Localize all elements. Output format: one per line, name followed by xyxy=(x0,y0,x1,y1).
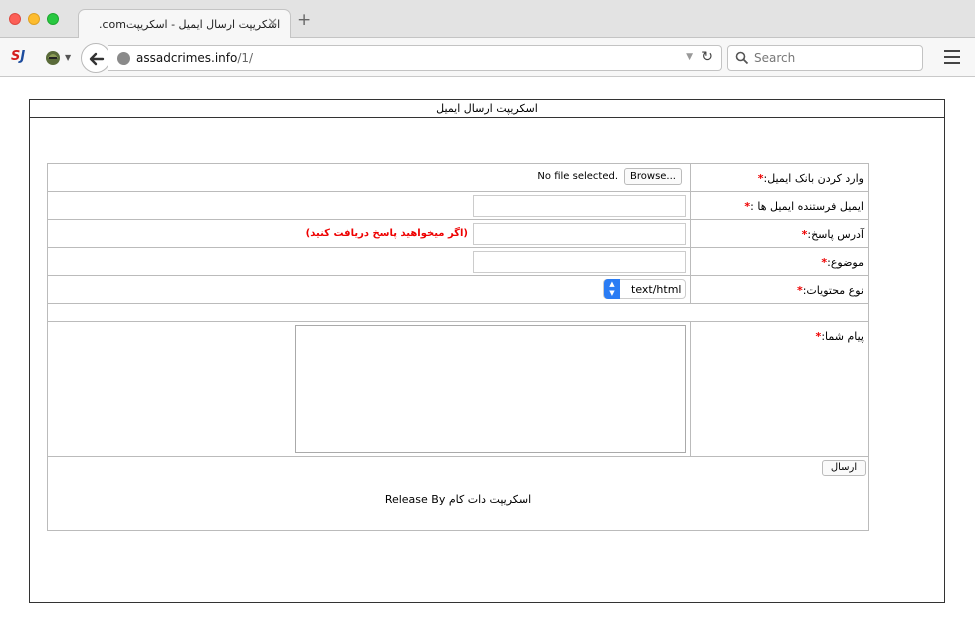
email-bank-label: وارد کردن بانک ایمیل:* xyxy=(690,164,868,191)
tab-title: .comاسکریپت ارسال ایمیل - اسکریپت xyxy=(99,18,281,31)
sender-email-input[interactable] xyxy=(473,195,686,217)
url-history-dropdown-icon[interactable]: ▼ xyxy=(686,52,693,62)
reply-hint-text: (اگر میخواهید پاسخ دریافت کنید) xyxy=(305,228,468,239)
extension-sj-icon[interactable]: SJ xyxy=(11,49,25,64)
select-arrows-icon: ▲ ▼ xyxy=(604,279,620,299)
search-bar[interactable]: Search xyxy=(727,45,923,71)
address-bar[interactable]: assadcrimes.info/1/ ▼ ↻ xyxy=(108,45,722,71)
row-sender-email: ایمیل فرستنده ایمیل ها :* xyxy=(48,192,868,220)
reload-icon[interactable]: ↻ xyxy=(701,49,713,65)
content-type-label: نوع محتویات:* xyxy=(690,276,868,303)
browse-button[interactable]: Browse... xyxy=(624,168,682,185)
row-submit: ارسال اسکریپت دات کام Release By xyxy=(48,457,868,530)
back-button[interactable] xyxy=(81,43,111,73)
message-label: پیام شما:* xyxy=(690,322,868,456)
new-tab-button[interactable]: + xyxy=(297,12,311,29)
search-placeholder: Search xyxy=(754,51,796,65)
page-title: اسکریپت ارسال ایمیل xyxy=(30,100,944,118)
chevron-down-icon[interactable]: ▼ xyxy=(65,53,71,62)
back-arrow-icon xyxy=(89,52,105,66)
navigation-bar: SJ ▼ assadcrimes.info/1/ ▼ ↻ Search xyxy=(0,38,975,77)
tab-bar: .comاسکریپت ارسال ایمیل - اسکریپت ✕ + xyxy=(0,0,975,39)
globe-icon xyxy=(117,52,130,65)
search-icon xyxy=(735,51,749,65)
tab-close-icon[interactable]: ✕ xyxy=(267,16,278,31)
subject-label: موضوع:* xyxy=(690,248,868,275)
subject-input[interactable] xyxy=(473,251,686,273)
hamburger-menu-icon[interactable] xyxy=(944,50,960,64)
row-content-type: نوع محتویات:* ▲ ▼ text/html xyxy=(48,276,868,304)
content-type-select[interactable]: ▲ ▼ text/html xyxy=(603,279,686,299)
content-type-selected: text/html xyxy=(631,283,682,296)
file-status-text: No file selected. xyxy=(537,171,618,182)
url-text[interactable]: assadcrimes.info/1/ xyxy=(136,51,253,65)
zoom-window-button[interactable] xyxy=(47,13,59,25)
row-subject: موضوع:* xyxy=(48,248,868,276)
row-email-bank: وارد کردن بانک ایمیل:* Browse... No file… xyxy=(48,164,868,192)
email-form: وارد کردن بانک ایمیل:* Browse... No file… xyxy=(47,163,869,531)
sender-email-label: ایمیل فرستنده ایمیل ها :* xyxy=(690,192,868,219)
web-page: اسکریپت ارسال ایمیل وارد کردن بانک ایمیل… xyxy=(0,78,975,627)
row-reply-address: آدرس پاسخ:* (اگر میخواهید پاسخ دریافت کن… xyxy=(48,220,868,248)
reply-address-label: آدرس پاسخ:* xyxy=(690,220,868,247)
browser-tab[interactable]: .comاسکریپت ارسال ایمیل - اسکریپت ✕ xyxy=(78,9,291,39)
reply-address-input[interactable] xyxy=(473,223,686,245)
close-window-button[interactable] xyxy=(9,13,21,25)
noscript-extension-icon[interactable] xyxy=(44,48,62,66)
message-textarea[interactable] xyxy=(295,325,686,453)
row-message: پیام شما:* xyxy=(48,322,868,457)
release-credit: اسکریپت دات کام Release By xyxy=(384,493,532,506)
row-spacer xyxy=(48,304,868,322)
send-button[interactable]: ارسال xyxy=(822,460,866,476)
minimize-window-button[interactable] xyxy=(28,13,40,25)
